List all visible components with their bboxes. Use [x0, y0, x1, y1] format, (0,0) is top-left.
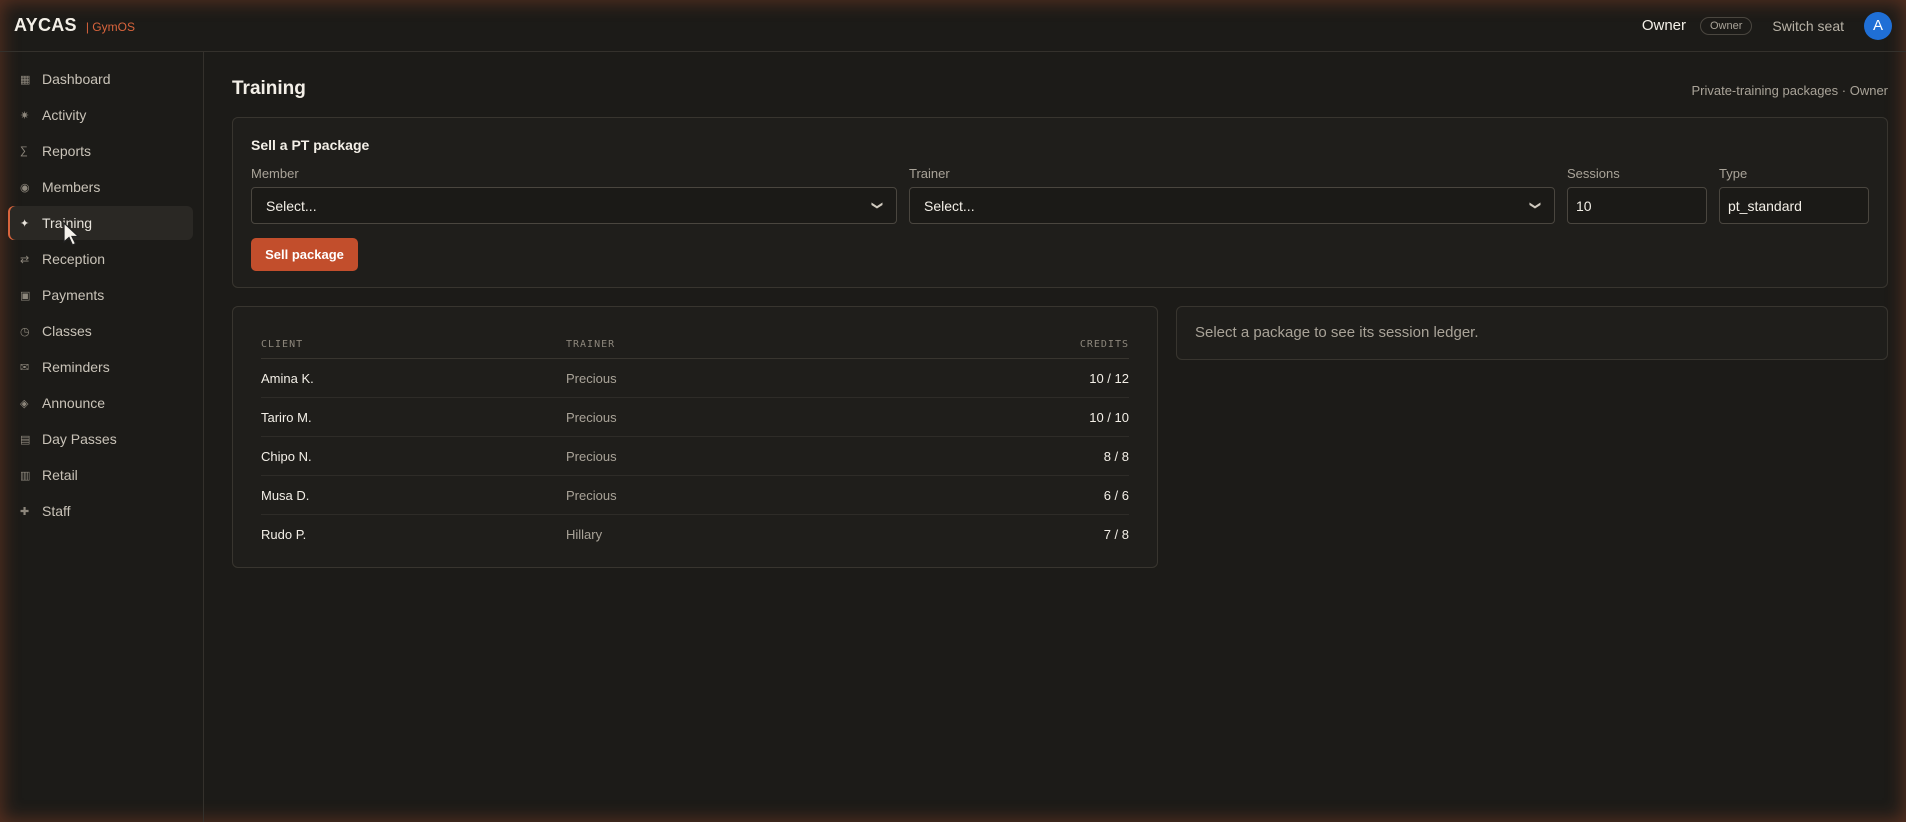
role-badge: Owner — [1700, 16, 1753, 35]
sidebar-item-label: Reception — [42, 251, 106, 267]
main-content: Training Private-training packages · Own… — [232, 52, 1888, 822]
page-subtitle: Private-training packages · Owner — [1691, 83, 1888, 98]
sessions-input-value: 10 — [1576, 197, 1592, 214]
sell-package-title: Sell a PT package — [251, 137, 370, 153]
user-area: Owner Owner Switch seat A — [1641, 11, 1892, 40]
sessions-input[interactable]: 10 — [1567, 187, 1707, 224]
member-select[interactable]: Select... ❯ — [251, 187, 897, 224]
star-icon: ✦ — [20, 217, 30, 230]
session-ledger-card: Select a package to see its session ledg… — [1176, 306, 1888, 360]
sidebar: ▦ Dashboard ✷ Activity ∑ Reports ◉ Membe… — [0, 52, 204, 822]
sidebar-item-dashboard[interactable]: ▦ Dashboard — [8, 62, 193, 96]
sidebar-item-staff[interactable]: ✚ Staff — [8, 494, 193, 528]
sidebar-item-label: Classes — [42, 323, 92, 339]
trainer-label: Trainer — [909, 166, 950, 181]
ledger-empty-message: Select a package to see its session ledg… — [1195, 324, 1479, 341]
chevron-down-icon: ❯ — [870, 200, 883, 211]
trainer-cell: Precious — [566, 487, 617, 503]
sidebar-item-label: Reports — [42, 143, 92, 159]
sell-package-button[interactable]: Sell package — [251, 238, 358, 271]
table-row[interactable]: Tariro M. Precious 10 / 10 — [261, 398, 1129, 437]
table-header: CLIENT TRAINER CREDITS — [261, 327, 1129, 359]
diamond-icon: ◈ — [20, 397, 29, 410]
chevron-down-icon: ❯ — [1528, 200, 1541, 211]
member-label: Member — [251, 166, 299, 181]
credits-cell: 8 / 8 — [1103, 448, 1129, 464]
column-header-client[interactable]: CLIENT — [261, 339, 566, 350]
table-row[interactable]: Rudo P. Hillary 7 / 8 — [261, 515, 1129, 554]
plus-icon: ✚ — [20, 505, 30, 518]
credits-cell: 10 / 10 — [1089, 409, 1129, 425]
sidebar-item-announce[interactable]: ◈ Announce — [8, 386, 193, 420]
trainer-cell: Precious — [566, 409, 617, 425]
sidebar-item-label: Announce — [42, 395, 106, 411]
brand-name: AYCAS — [14, 15, 77, 35]
sidebar-item-label: Reminders — [42, 359, 110, 375]
sidebar-item-payments[interactable]: ▣ Payments — [8, 278, 193, 312]
grid-icon: ▦ — [20, 73, 31, 86]
sidebar-item-label: Day Passes — [42, 431, 117, 447]
sparkle-icon: ✷ — [20, 109, 30, 122]
column-header-credits[interactable]: CREDITS — [871, 339, 1129, 350]
card-icon: ▣ — [20, 289, 31, 302]
sidebar-item-label: Activity — [42, 107, 87, 123]
brand[interactable]: AYCAS | GymOS — [14, 15, 135, 36]
client-cell: Amina K. — [261, 370, 314, 386]
credits-cell: 7 / 8 — [1103, 527, 1129, 542]
client-cell: Rudo P. — [261, 527, 307, 542]
type-input-value: pt_standard — [1728, 197, 1802, 214]
store-icon: ▥ — [20, 469, 31, 482]
sidebar-item-training[interactable]: ✦ Training — [8, 206, 193, 240]
sell-package-card: Sell a PT package Member Select... ❯ Tra… — [232, 117, 1888, 288]
sidebar-item-classes[interactable]: ◷ Classes — [8, 314, 193, 348]
clock-icon: ◷ — [20, 325, 30, 338]
sidebar-item-label: Dashboard — [42, 71, 111, 87]
column-header-trainer[interactable]: TRAINER — [566, 339, 871, 350]
page-title: Training — [232, 78, 306, 99]
table-row[interactable]: Chipo N. Precious 8 / 8 — [261, 437, 1129, 476]
credits-cell: 10 / 12 — [1089, 370, 1129, 386]
trainer-cell: Hillary — [566, 527, 603, 542]
trainer-select[interactable]: Select... ❯ — [909, 187, 1555, 224]
trainer-cell: Precious — [566, 370, 617, 386]
sidebar-item-activity[interactable]: ✷ Activity — [8, 98, 193, 132]
page-header: Training Private-training packages · Own… — [232, 78, 1888, 102]
trainer-select-value: Select... — [924, 197, 975, 214]
sidebar-item-reports[interactable]: ∑ Reports — [8, 134, 193, 168]
type-input[interactable]: pt_standard — [1719, 187, 1869, 224]
sidebar-item-members[interactable]: ◉ Members — [8, 170, 193, 204]
packages-table-card: CLIENT TRAINER CREDITS Amina K. Precious… — [232, 306, 1158, 568]
sidebar-item-retail[interactable]: ▥ Retail — [8, 458, 193, 492]
sigma-icon: ∑ — [20, 145, 28, 157]
sidebar-item-label: Members — [42, 179, 101, 195]
sidebar-item-label: Retail — [42, 467, 78, 483]
member-select-value: Select... — [266, 197, 317, 214]
switch-seat-link[interactable]: Switch seat — [1772, 18, 1844, 34]
user-name: Owner — [1641, 17, 1686, 34]
client-cell: Chipo N. — [261, 448, 312, 464]
sessions-label: Sessions — [1567, 166, 1620, 181]
type-label: Type — [1719, 166, 1748, 181]
table-row[interactable]: Musa D. Precious 6 / 6 — [261, 476, 1129, 515]
avatar[interactable]: A — [1864, 11, 1892, 40]
product-name: | GymOS — [85, 20, 135, 34]
members-icon: ◉ — [20, 181, 30, 194]
swap-icon: ⇄ — [20, 253, 30, 266]
sidebar-item-label: Payments — [42, 287, 105, 303]
mouse-cursor-icon — [63, 222, 81, 246]
sidebar-item-label: Staff — [42, 503, 71, 519]
sidebar-item-reminders[interactable]: ✉ Reminders — [8, 350, 193, 384]
trainer-cell: Precious — [566, 448, 617, 464]
sidebar-item-day-passes[interactable]: ▤ Day Passes — [8, 422, 193, 456]
sidebar-item-reception[interactable]: ⇄ Reception — [8, 242, 193, 276]
app-window: AYCAS | GymOS Owner Owner Switch seat A … — [0, 0, 1906, 822]
table-row[interactable]: Amina K. Precious 10 / 12 — [261, 359, 1129, 398]
top-bar: AYCAS | GymOS Owner Owner Switch seat A — [0, 0, 1906, 52]
packages-table: CLIENT TRAINER CREDITS Amina K. Precious… — [261, 327, 1129, 554]
client-cell: Musa D. — [261, 487, 310, 503]
credits-cell: 6 / 6 — [1103, 487, 1129, 503]
mail-icon: ✉ — [20, 361, 30, 374]
ticket-icon: ▤ — [20, 433, 31, 446]
client-cell: Tariro M. — [261, 409, 312, 425]
